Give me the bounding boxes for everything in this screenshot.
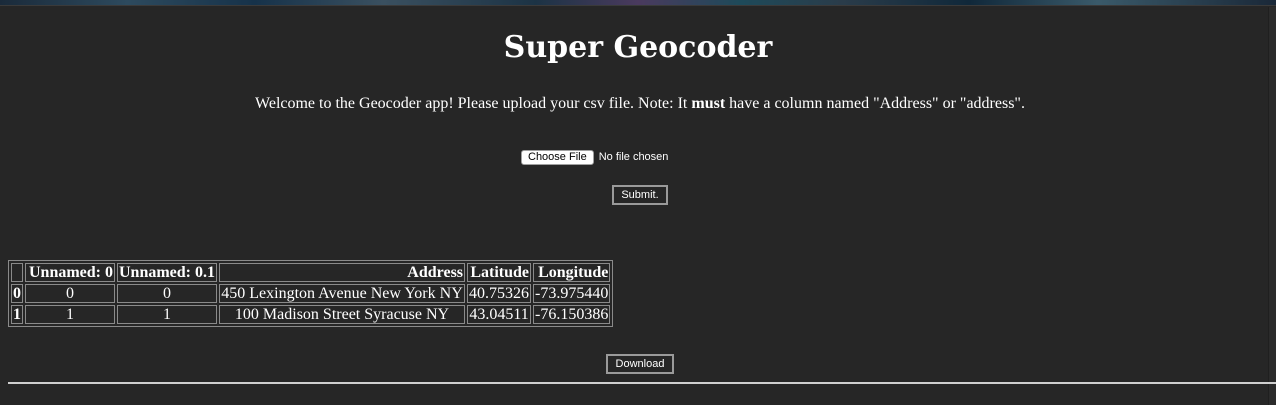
- latitude-cell: 40.75326: [467, 284, 532, 303]
- row-index-cell: 0: [11, 284, 23, 303]
- welcome-text-end: have a column named "Address" or "addres…: [725, 95, 1025, 112]
- vertical-scrollbar[interactable]: [1268, 7, 1276, 405]
- welcome-message: Welcome to the Geocoder app! Please uplo…: [0, 95, 1276, 113]
- download-button[interactable]: Download: [606, 354, 674, 374]
- table-row: 0 0 0 450 Lexington Avenue New York NY 4…: [11, 284, 611, 303]
- column-header-unnamed-0: Unnamed: 0: [25, 263, 115, 282]
- unnamed-0-1-cell: 1: [117, 305, 218, 324]
- choose-file-button[interactable]: Choose File: [521, 149, 594, 165]
- address-cell: 100 Madison Street Syracuse NY: [219, 305, 466, 324]
- submit-button[interactable]: Submit.: [612, 185, 668, 205]
- page-body: [0, 7, 1268, 405]
- column-header-longitude: Longitude: [533, 263, 611, 282]
- longitude-cell: -73.975440: [533, 284, 611, 303]
- latitude-cell: 43.04511: [467, 305, 532, 324]
- results-table: Unnamed: 0 Unnamed: 0.1 Address Latitude…: [8, 260, 614, 327]
- column-header-unnamed-0-1: Unnamed: 0.1: [117, 263, 218, 282]
- browser-background-strip: [0, 0, 1276, 6]
- horizontal-divider: [8, 382, 1276, 384]
- column-header-address: Address: [219, 263, 466, 282]
- welcome-text-emphasis: must: [691, 95, 726, 112]
- table-header-row: Unnamed: 0 Unnamed: 0.1 Address Latitude…: [11, 263, 611, 282]
- file-upload-field[interactable]: Choose File No file chosen: [521, 149, 668, 165]
- column-header-index: [11, 263, 23, 282]
- unnamed-0-cell: 0: [25, 284, 115, 303]
- address-cell: 450 Lexington Avenue New York NY: [219, 284, 466, 303]
- unnamed-0-cell: 1: [25, 305, 115, 324]
- unnamed-0-1-cell: 0: [117, 284, 218, 303]
- page-title: Super Geocoder: [503, 30, 773, 65]
- welcome-text-start: Welcome to the Geocoder app! Please uplo…: [255, 95, 692, 112]
- file-status-text: No file chosen: [598, 151, 669, 163]
- row-index-cell: 1: [11, 305, 23, 324]
- longitude-cell: -76.150386: [533, 305, 611, 324]
- table-row: 1 1 1 100 Madison Street Syracuse NY 43.…: [11, 305, 611, 324]
- column-header-latitude: Latitude: [467, 263, 532, 282]
